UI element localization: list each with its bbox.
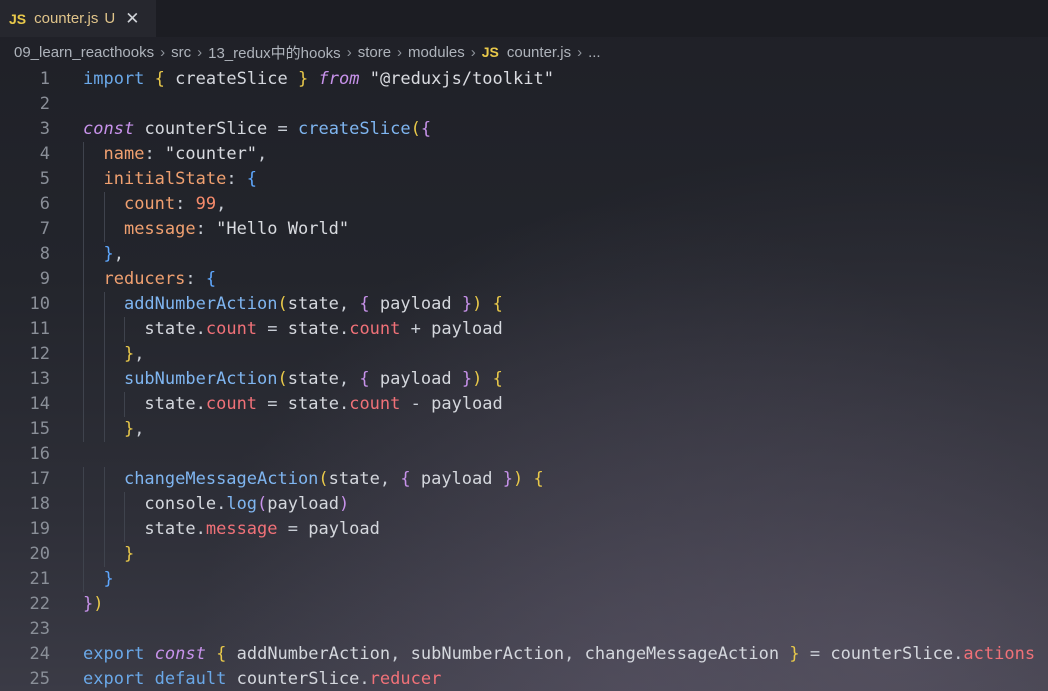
chevron-right-icon: › [577, 43, 583, 61]
code-text: }, [123, 344, 145, 364]
line-number: 2 [39, 94, 50, 114]
code-line[interactable]: 11 state.count = state.count + payload [0, 317, 1048, 342]
line-number: 6 [39, 194, 50, 214]
code-line[interactable]: 7 message: "Hello World" [0, 217, 1048, 242]
code-text: export default counterSlice.reducer [83, 669, 442, 689]
line-number: 21 [29, 569, 50, 589]
close-icon[interactable]: ✕ [125, 9, 139, 29]
code-line[interactable]: 20 } [0, 542, 1048, 567]
line-number: 22 [29, 594, 50, 614]
code-line[interactable]: 23 [0, 617, 1048, 642]
line-number: 1 [39, 69, 50, 89]
line-number: 17 [29, 469, 50, 489]
line-number: 12 [29, 344, 50, 364]
breadcrumb-item-src[interactable]: src [171, 44, 191, 61]
tab-counter-js[interactable]: JS counter.js U ✕ [0, 0, 156, 37]
code-line[interactable]: 25 export default counterSlice.reducer [0, 667, 1048, 691]
line-number: 8 [39, 244, 50, 264]
code-text: const counterSlice = createSlice({ [83, 119, 432, 139]
code-line[interactable]: 9 reducers: { [0, 267, 1048, 292]
line-number: 10 [29, 294, 50, 314]
code-line[interactable]: 8 }, [0, 242, 1048, 267]
line-number: 3 [39, 119, 50, 139]
code-text: name: "counter", [103, 144, 268, 164]
line-number: 25 [29, 669, 50, 689]
breadcrumb-item-file[interactable]: counter.js [507, 44, 571, 61]
breadcrumb-item-project[interactable]: 09_learn_reacthooks [14, 44, 154, 61]
code-line[interactable]: 24 export const { addNumberAction, subNum… [0, 642, 1048, 667]
code-line[interactable]: 18 console.log(payload) [0, 492, 1048, 517]
code-line[interactable]: 22}) [0, 592, 1048, 617]
code-line[interactable]: 2 [0, 92, 1048, 117]
code-text: subNumberAction(state, { payload }) { [123, 369, 503, 389]
code-text: count: 99, [123, 194, 227, 214]
code-text: import { createSlice } from "@reduxjs/to… [83, 69, 554, 89]
code-line[interactable]: 21 } [0, 567, 1048, 592]
breadcrumb-item-store[interactable]: store [358, 44, 391, 61]
code-text: } [123, 544, 135, 564]
line-number: 16 [29, 444, 50, 464]
breadcrumb: 09_learn_reacthooks › src › 13_redux中的ho… [0, 37, 1048, 67]
code-line[interactable]: 5 initialState: { [0, 167, 1048, 192]
code-line[interactable]: 16 [0, 442, 1048, 467]
line-number: 20 [29, 544, 50, 564]
line-number: 7 [39, 219, 50, 239]
code-text: }) [83, 594, 104, 614]
code-text: export const { addNumberAction, subNumbe… [83, 644, 1036, 664]
code-line[interactable]: 15 }, [0, 417, 1048, 442]
code-text: changeMessageAction(state, { payload }) … [123, 469, 544, 489]
code-line[interactable]: 14 state.count = state.count - payload [0, 392, 1048, 417]
code-line[interactable]: 19 state.message = payload [0, 517, 1048, 542]
code-text: initialState: { [103, 169, 258, 189]
code-text: state.count = state.count + payload [144, 319, 503, 339]
code-line[interactable]: 10 addNumberAction(state, { payload }) { [0, 292, 1048, 317]
chevron-right-icon: › [470, 43, 476, 61]
line-number: 11 [29, 319, 50, 339]
breadcrumb-item-folder[interactable]: 13_redux中的hooks [208, 42, 341, 63]
chevron-right-icon: › [346, 43, 352, 61]
code-line[interactable]: 4 name: "counter", [0, 142, 1048, 167]
code-line[interactable]: 1 import { createSlice } from "@reduxjs/t… [0, 67, 1048, 92]
line-number: 24 [29, 644, 50, 664]
breadcrumb-item-modules[interactable]: modules [408, 44, 465, 61]
breadcrumb-item-symbols[interactable]: ... [588, 44, 601, 61]
line-number: 14 [29, 394, 50, 414]
javascript-file-icon: JS [9, 10, 27, 27]
chevron-right-icon: › [197, 43, 203, 61]
code-line[interactable]: 6 count: 99, [0, 192, 1048, 217]
untracked-status-badge: U [104, 10, 116, 27]
code-text: addNumberAction(state, { payload }) { [123, 294, 503, 314]
chevron-right-icon: › [160, 43, 166, 61]
code-editor[interactable]: 1 import { createSlice } from "@reduxjs/t… [0, 67, 1048, 691]
code-line[interactable]: 12 }, [0, 342, 1048, 367]
line-number: 18 [29, 494, 50, 514]
line-number: 15 [29, 419, 50, 439]
line-number: 23 [29, 619, 50, 639]
code-text: } [103, 569, 114, 589]
javascript-file-icon: JS [481, 44, 499, 60]
code-text: reducers: { [103, 269, 217, 289]
code-text: }, [103, 244, 124, 264]
code-text: console.log(payload) [144, 494, 350, 514]
line-number: 13 [29, 369, 50, 389]
code-text: }, [123, 419, 145, 439]
tab-bar: JS counter.js U ✕ [0, 0, 1048, 37]
line-number: 9 [39, 269, 50, 289]
code-line[interactable]: 13 subNumberAction(state, { payload }) { [0, 367, 1048, 392]
code-text: state.message = payload [144, 519, 380, 539]
code-line[interactable]: 17 changeMessageAction(state, { payload … [0, 467, 1048, 492]
line-number: 19 [29, 519, 50, 539]
code-text: state.count = state.count - payload [144, 394, 503, 414]
code-text: message: "Hello World" [123, 219, 350, 239]
line-number: 4 [39, 144, 50, 164]
chevron-right-icon: › [397, 43, 403, 61]
tab-filename: counter.js [34, 10, 99, 27]
line-number: 5 [39, 169, 50, 189]
code-line[interactable]: 3 const counterSlice = createSlice({ [0, 117, 1048, 142]
